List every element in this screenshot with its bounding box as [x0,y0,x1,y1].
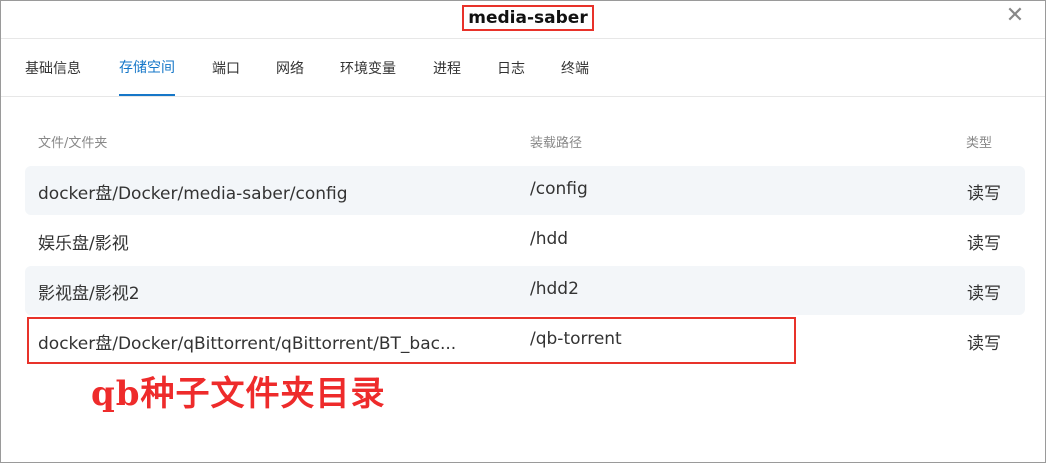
header-mount: 装载路径 [530,136,583,151]
row-mount: /hdd [530,229,569,249]
row-type: 读写 [967,184,1001,204]
tab-network[interactable]: 网络 [276,39,304,96]
row-mount: /hdd2 [530,279,579,299]
tab-env-vars[interactable]: 环境变量 [340,39,396,96]
row-mount: /config [530,179,588,199]
row-type: 读写 [967,284,1001,304]
row-type: 读写 [967,234,1001,254]
table-header: 文件/文件夹 装载路径 类型 [25,129,1025,153]
titlebar: media-saber ✕ [1,1,1045,37]
row-type: 读写 [967,334,1001,354]
tab-terminal[interactable]: 终端 [561,39,589,96]
tab-bar: 基础信息 存储空间 端口 网络 环境变量 进程 日志 终端 [1,38,1045,97]
row-path: 影视盘/影视2 [38,284,140,304]
highlight-box [27,317,796,364]
row-path: 娱乐盘/影视 [38,234,129,254]
header-type: 类型 [966,136,993,151]
tab-ports[interactable]: 端口 [212,39,240,96]
tab-process[interactable]: 进程 [433,39,461,96]
dialog-title: media-saber [462,5,594,31]
annotation-text: qb种子文件夹目录 [91,374,386,414]
table-row: 娱乐盘/影视 /hdd 读写 [25,216,1025,265]
close-icon[interactable]: ✕ [1004,5,1026,27]
row-path: docker盘/Docker/media-saber/config [38,184,348,204]
header-path: 文件/文件夹 [38,136,108,151]
tab-storage[interactable]: 存储空间 [119,39,175,96]
container-detail-dialog: media-saber ✕ 基础信息 存储空间 端口 网络 环境变量 进程 日志… [0,0,1046,463]
tab-basic-info[interactable]: 基础信息 [25,39,81,96]
table-row: docker盘/Docker/media-saber/config /confi… [25,166,1025,215]
table-row: 影视盘/影视2 /hdd2 读写 [25,266,1025,315]
tab-logs[interactable]: 日志 [497,39,525,96]
